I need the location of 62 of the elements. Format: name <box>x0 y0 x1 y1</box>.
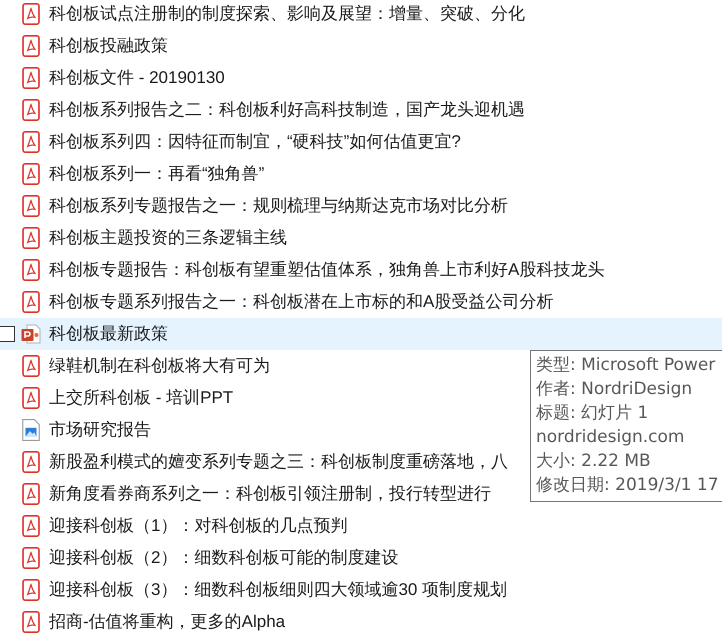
pdf-file-icon <box>21 483 41 505</box>
file-row[interactable]: 科创板系列专题报告之一：规则梳理与纳斯达克市场对比分析 <box>0 190 722 222</box>
file-row[interactable]: 科创板专题系列报告之一：科创板潜在上市标的和A股受益公司分析 <box>0 286 722 318</box>
file-name: 新股盈利模式的嬗变系列专题之三：科创板制度重磅落地，八 <box>49 451 508 473</box>
pdf-file-icon <box>21 195 41 217</box>
file-name: 科创板系列四：因特征而制宜，“硬科技”如何估值更宜? <box>49 131 461 153</box>
file-row[interactable]: 科创板系列四：因特征而制宜，“硬科技”如何估值更宜? <box>0 126 722 158</box>
file-name: 科创板最新政策 <box>49 323 168 345</box>
presentation-file-icon <box>21 323 41 345</box>
file-row[interactable]: 科创板试点注册制的制度探索、影响及展望：增量、突破、分化 <box>0 0 722 30</box>
tooltip-line: 类型: Microsoft Power <box>536 354 716 377</box>
pdf-file-icon <box>21 515 41 537</box>
pdf-file-icon <box>21 3 41 25</box>
file-row[interactable]: 科创板主题投资的三条逻辑主线 <box>0 222 722 254</box>
file-row[interactable]: 科创板投融政策 <box>0 30 722 62</box>
tooltip-line: nordridesign.com <box>536 426 686 449</box>
file-name: 招商-估值将重构，更多的Alpha <box>49 611 286 633</box>
image-file-icon <box>21 419 41 441</box>
file-name: 迎接科创板（1）：对科创板的几点预判 <box>49 515 348 537</box>
pdf-file-icon <box>21 163 41 185</box>
file-name: 科创板系列一：再看“独角兽” <box>49 163 264 185</box>
file-name: 科创板专题报告：科创板有望重塑估值体系，独角兽上市利好A股科技龙头 <box>49 259 604 281</box>
file-row[interactable]: 迎接科创板（3）：细数科创板细则四大领域逾30 项制度规划 <box>0 574 722 606</box>
file-name: 市场研究报告 <box>49 419 151 441</box>
pdf-file-icon <box>21 355 41 377</box>
pdf-file-icon <box>21 35 41 57</box>
pdf-file-icon <box>21 451 41 473</box>
tooltip-line: 标题: 幻灯片 1 <box>536 402 650 425</box>
file-name: 科创板文件 - 20190130 <box>49 67 225 89</box>
pdf-file-icon <box>21 131 41 153</box>
file-name: 新角度看券商系列之一：科创板引领注册制，投行转型进行 <box>49 483 491 505</box>
file-name: 科创板试点注册制的制度探索、影响及展望：增量、突破、分化 <box>49 3 525 25</box>
file-name: 科创板主题投资的三条逻辑主线 <box>49 227 287 249</box>
file-row[interactable]: 迎接科创板（1）：对科创板的几点预判 <box>0 510 722 542</box>
pdf-file-icon <box>21 579 41 601</box>
file-name: 迎接科创板（3）：细数科创板细则四大领域逾30 项制度规划 <box>49 579 508 601</box>
tooltip-line: 修改日期: 2019/3/1 17 <box>536 474 720 497</box>
file-row[interactable]: 招商-估值将重构，更多的Alpha <box>0 606 722 636</box>
tooltip-line: 大小: 2.22 MB <box>536 450 652 473</box>
file-name: 迎接科创板（2）：细数科创板可能的制度建设 <box>49 547 398 569</box>
pdf-file-icon <box>21 611 41 633</box>
pdf-file-icon <box>21 67 41 89</box>
checkbox[interactable] <box>0 326 15 342</box>
file-row[interactable]: 科创板专题报告：科创板有望重塑估值体系，独角兽上市利好A股科技龙头 <box>0 254 722 286</box>
selected-file-row[interactable]: 科创板最新政策 <box>0 318 722 350</box>
pdf-file-icon <box>21 227 41 249</box>
pdf-file-icon <box>21 259 41 281</box>
file-name: 科创板系列报告之二：科创板利好高科技制造，国产龙头迎机遇 <box>49 99 525 121</box>
file-name: 绿鞋机制在科创板将大有可为 <box>49 355 270 377</box>
file-row[interactable]: 科创板系列报告之二：科创板利好高科技制造，国产龙头迎机遇 <box>0 94 722 126</box>
tooltip-line: 作者: NordriDesign <box>536 378 694 401</box>
pdf-file-icon <box>21 387 41 409</box>
pdf-file-icon <box>21 99 41 121</box>
pdf-file-icon <box>21 291 41 313</box>
file-name: 科创板专题系列报告之一：科创板潜在上市标的和A股受益公司分析 <box>49 291 554 313</box>
file-row[interactable]: 科创板系列一：再看“独角兽” <box>0 158 722 190</box>
file-name: 科创板系列专题报告之一：规则梳理与纳斯达克市场对比分析 <box>49 195 508 217</box>
file-name: 科创板投融政策 <box>49 35 168 57</box>
file-name: 上交所科创板 - 培训PPT <box>49 387 234 409</box>
pdf-file-icon <box>21 547 41 569</box>
file-row[interactable]: 科创板文件 - 20190130 <box>0 62 722 94</box>
file-row[interactable]: 迎接科创板（2）：细数科创板可能的制度建设 <box>0 542 722 574</box>
